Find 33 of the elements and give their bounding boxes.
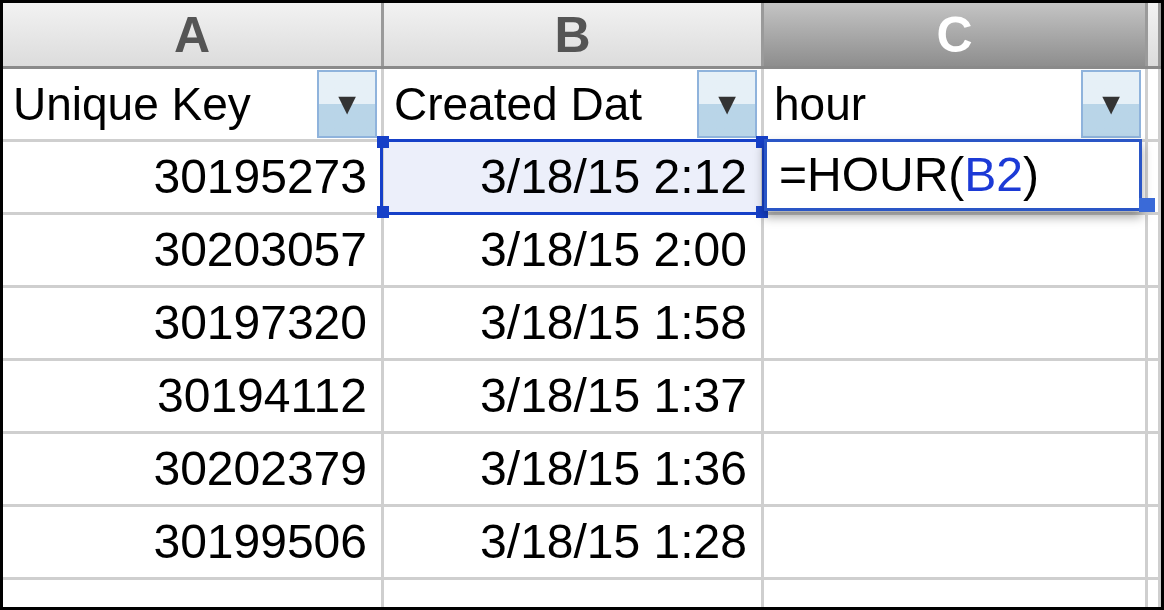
table-cell-text: 3/18/15 1:37 [480, 368, 748, 424]
table-row[interactable]: 30197320 3/18/15 1:58 [3, 288, 1161, 361]
table-cell-text: 30197320 [153, 295, 368, 351]
table-cell-text: 3/18/15 1:28 [480, 514, 748, 570]
column-letter: B [554, 9, 591, 60]
table-row[interactable]: 30202379 3/18/15 1:36 [3, 434, 1161, 507]
column-header[interactable] [1148, 3, 1161, 66]
table-cell-text: 3/18/15 2:12 [480, 149, 748, 205]
table-cell-text: 3/18/15 1:36 [480, 441, 748, 497]
column-header[interactable]: B [384, 3, 764, 66]
table-cell-text: 30194112 [157, 368, 368, 424]
fill-handle[interactable] [1139, 198, 1155, 212]
filter-dropdown-button[interactable]: ▼ [1081, 70, 1141, 138]
table-header-cell-text: Created Dat [393, 76, 643, 132]
table-row[interactable]: 30195273 3/18/15 2:12 =HOUR(B2) [3, 142, 1161, 215]
formula-text: =HOUR(B2) [779, 147, 1040, 203]
filter-dropdown-button[interactable]: ▼ [317, 70, 377, 138]
table-row[interactable]: 30194112 3/18/15 1:37 [3, 361, 1161, 434]
formula-edit-field[interactable]: =HOUR(B2) [764, 139, 1142, 211]
table-header-cell-text: hour [773, 76, 868, 132]
table-cell-text: 3/18/15 2:00 [480, 222, 748, 278]
column-letter: C [936, 9, 973, 60]
table-cell-text: 30195273 [153, 149, 368, 205]
column-letter: A [173, 9, 211, 60]
table-cell-text: 3/18/15 1:58 [480, 295, 748, 351]
column-header[interactable]: A [3, 3, 384, 66]
table-cell-text: 30199506 [153, 514, 368, 570]
table-row[interactable]: 30199506 3/18/15 1:28 [3, 507, 1161, 580]
table-cell-text: 30203057 [153, 222, 368, 278]
table-header-cell-text: Unique Key [12, 76, 252, 132]
filter-dropdown-button[interactable]: ▼ [697, 70, 757, 138]
table-row[interactable]: 30203057 3/18/15 2:00 [3, 215, 1161, 288]
table-cell-text: 30202379 [153, 441, 368, 497]
